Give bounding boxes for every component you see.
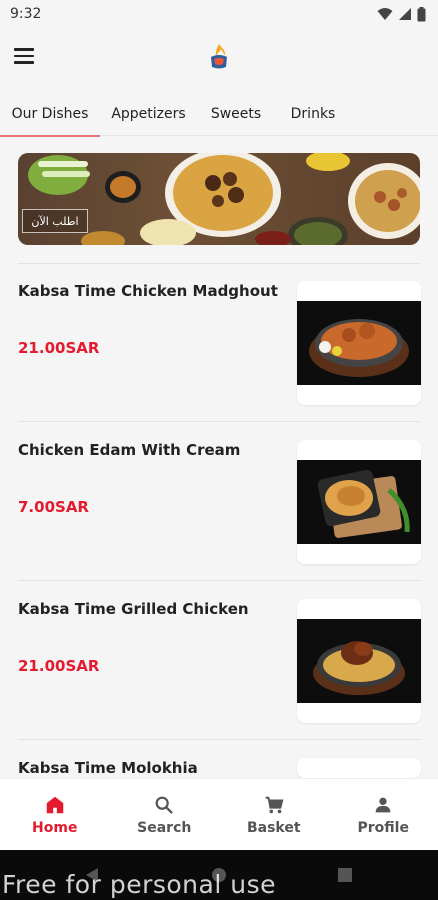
nav-profile-label: Profile [357,819,409,836]
dish-name[interactable]: Chicken Edam With Cream [18,441,240,459]
tab-our-dishes[interactable]: Our Dishes [0,92,100,137]
home-icon [46,796,63,813]
dish-price: 21.00SAR [18,657,100,675]
battery-icon [417,6,426,21]
dish-price: 7.00SAR [18,498,89,516]
nav-basket-label: Basket [246,819,301,836]
dish-name[interactable]: Kabsa Time Chicken Madghout [18,282,278,300]
nav-profile[interactable]: Profile [329,779,438,850]
logo [211,44,227,69]
nav-home-label: Home [32,819,78,836]
divider [18,739,420,740]
dish-image[interactable] [297,440,421,564]
app-bar [0,28,438,84]
tab-appetizers[interactable]: Appetizers [100,92,197,136]
dish-image[interactable] [297,599,421,723]
recents-icon[interactable] [338,868,352,882]
wifi-icon [377,8,393,20]
divider [18,263,420,264]
dish-name[interactable]: Kabsa Time Grilled Chicken [18,600,249,618]
dish-image[interactable] [297,281,421,405]
search-icon [155,796,173,814]
nav-search[interactable]: Search [110,779,220,850]
promo-banner[interactable]: اطلب الآن [18,153,420,245]
divider [18,580,420,581]
category-tabs: Our Dishes Appetizers Sweets Drinks [0,92,438,137]
dish-name[interactable]: Kabsa Time Molokhia [18,759,198,777]
cart-icon [265,796,284,813]
nav-search-label: Search [137,819,192,836]
signal-icon [399,8,411,20]
dish-price: 21.00SAR [18,339,100,357]
menu-icon[interactable] [14,44,38,68]
bottom-nav: Home Search Basket Profile [0,778,438,850]
order-now-badge: اطلب الآن [22,209,88,233]
tab-drinks[interactable]: Drinks [275,92,351,136]
dish-image[interactable] [297,758,421,778]
nav-home[interactable]: Home [0,779,110,850]
watermark: Free for personal use [2,870,276,899]
tab-sweets[interactable]: Sweets [197,92,275,136]
status-time: 9:32 [10,6,42,22]
divider [18,421,420,422]
status-icons [377,6,426,22]
nav-basket[interactable]: Basket [219,779,329,850]
person-icon [375,797,391,812]
status-bar: 9:32 [0,0,438,28]
